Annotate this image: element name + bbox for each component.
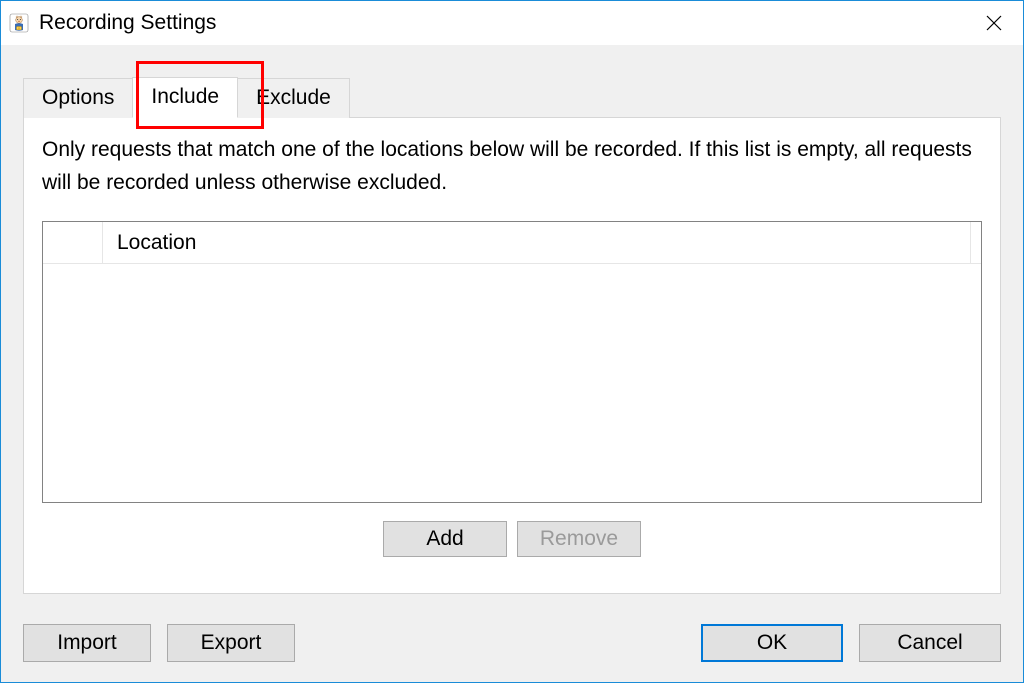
tabstrip: Options Include Exclude: [23, 77, 1001, 118]
titlebar-left: Recording Settings: [9, 11, 216, 35]
bottom-left-buttons: Import Export: [23, 624, 295, 662]
column-header-checkbox[interactable]: [43, 222, 103, 264]
include-panel: Only requests that match one of the loca…: [23, 117, 1001, 594]
list-header-row: Location: [43, 222, 981, 264]
add-button[interactable]: Add: [383, 521, 507, 557]
tabs-container: Options Include Exclude Only requests th…: [23, 77, 1001, 594]
recording-settings-window: Recording Settings Options Include Exclu…: [0, 0, 1024, 683]
ok-button[interactable]: OK: [701, 624, 843, 662]
include-description: Only requests that match one of the loca…: [42, 134, 982, 199]
column-header-spacer: [971, 222, 981, 264]
list-buttons: Add Remove: [42, 521, 982, 557]
close-icon: [986, 15, 1002, 31]
tab-exclude[interactable]: Exclude: [237, 78, 350, 118]
export-button[interactable]: Export: [167, 624, 295, 662]
column-header-location[interactable]: Location: [103, 222, 971, 264]
client-area: Options Include Exclude Only requests th…: [1, 45, 1023, 682]
bottom-right-buttons: OK Cancel: [701, 624, 1001, 662]
titlebar: Recording Settings: [1, 1, 1023, 45]
app-icon: [9, 13, 29, 33]
tab-options[interactable]: Options: [23, 78, 133, 118]
import-button[interactable]: Import: [23, 624, 151, 662]
window-title: Recording Settings: [39, 11, 216, 35]
close-button[interactable]: [965, 1, 1023, 45]
cancel-button[interactable]: Cancel: [859, 624, 1001, 662]
locations-list[interactable]: Location: [42, 221, 982, 503]
remove-button[interactable]: Remove: [517, 521, 641, 557]
tab-include[interactable]: Include: [132, 77, 238, 118]
dialog-button-bar: Import Export OK Cancel: [23, 624, 1001, 662]
